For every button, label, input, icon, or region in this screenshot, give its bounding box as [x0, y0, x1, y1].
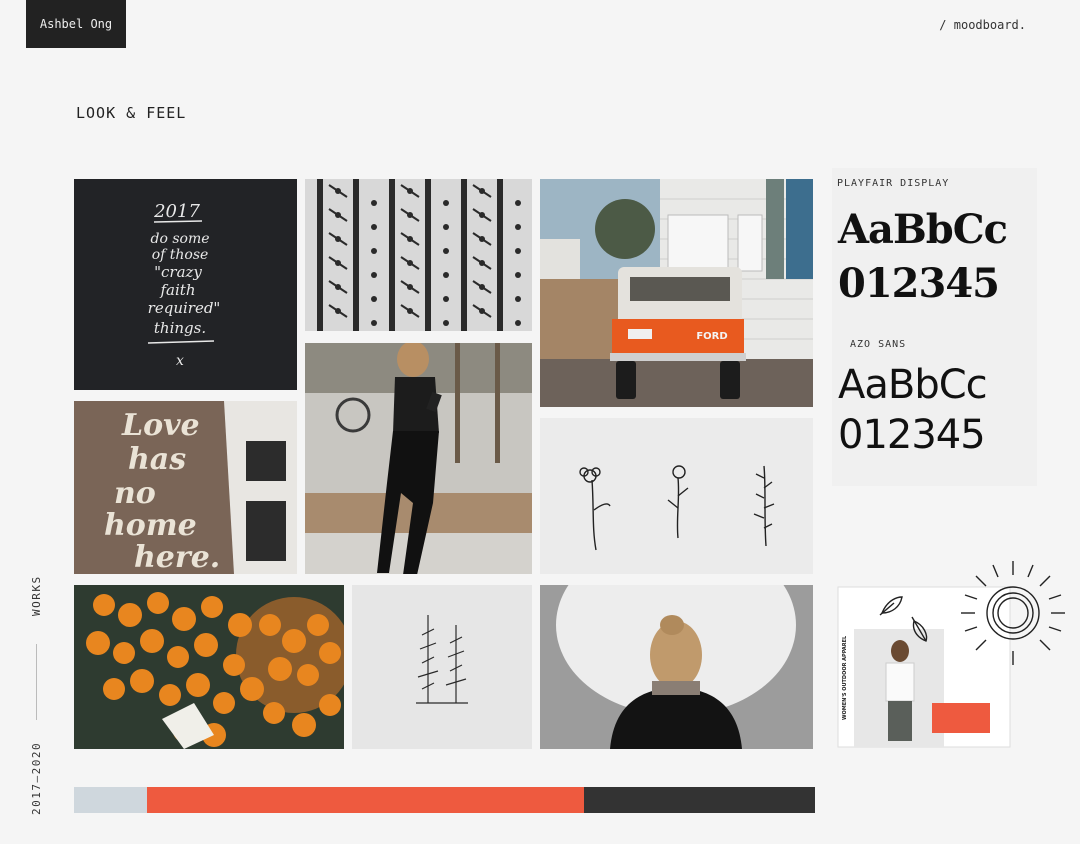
- quote-line: "crazy: [154, 263, 202, 281]
- pattern-image: [305, 179, 532, 331]
- font2-numbers-sample: 012345: [838, 412, 986, 458]
- flower-sketches-image: [540, 418, 813, 574]
- brand-card-mockup: WOMEN'S OUTDOOR APPAREL: [832, 555, 1068, 750]
- wall-text-line: home: [104, 508, 197, 543]
- section-title: LOOK & FEEL: [76, 104, 187, 122]
- sidebar-years-label: 2017–2020: [30, 741, 43, 815]
- nav-moodboard-link[interactable]: / moodboard.: [939, 18, 1026, 32]
- quote-line: faith: [160, 281, 196, 299]
- brand-logo[interactable]: Ashbel Ong: [26, 0, 126, 48]
- font2-letters-sample: AaBbCc: [838, 362, 988, 408]
- quote-line: 2017: [153, 201, 200, 222]
- sidebar-works-link[interactable]: WORKS: [30, 575, 43, 616]
- sidebar-divider: [36, 644, 37, 720]
- quote-line: do some: [150, 231, 209, 247]
- trees-sketch-image: [352, 585, 532, 749]
- wall-text-line: has: [128, 442, 186, 477]
- wall-lettering-photo: Love has no home here.: [74, 401, 297, 574]
- swatch-charcoal: [584, 787, 815, 813]
- quote-line: required": [148, 299, 221, 317]
- wall-text-line: Love: [121, 408, 200, 443]
- quote-line: things.: [154, 319, 206, 337]
- typography-panel: PLAYFAIR DISPLAY AaBbCc 012345 AZO SANS …: [832, 168, 1037, 486]
- orange-truck-photo: FORD: [540, 179, 813, 407]
- truck-plate-text: FORD: [696, 331, 727, 342]
- woman-back-portrait-photo: [540, 585, 813, 749]
- font2-name: AZO SANS: [850, 339, 907, 350]
- wall-text-line: no: [114, 476, 156, 511]
- woman-walking-photo: [305, 343, 532, 574]
- quote-line: of those: [152, 247, 209, 263]
- brand-card-vertical-text: WOMEN'S OUTDOOR APPAREL: [842, 635, 848, 720]
- swatch-coral-red: [147, 787, 584, 813]
- font1-numbers-sample: 012345: [838, 260, 1000, 307]
- swatch-light-blue-grey: [74, 787, 147, 813]
- font1-name: PLAYFAIR DISPLAY: [837, 178, 950, 189]
- pumpkins-photo: [74, 585, 344, 749]
- brand-card-color-block: [932, 703, 990, 733]
- font1-letters-sample: AaBbCc: [838, 206, 1008, 253]
- wall-text-line: here.: [134, 540, 220, 574]
- brand-name: Ashbel Ong: [39, 17, 113, 31]
- quote-card-image: 2017 do some of those "crazy faith requi…: [74, 179, 297, 390]
- quote-line: x: [176, 353, 184, 369]
- color-palette: [74, 787, 815, 813]
